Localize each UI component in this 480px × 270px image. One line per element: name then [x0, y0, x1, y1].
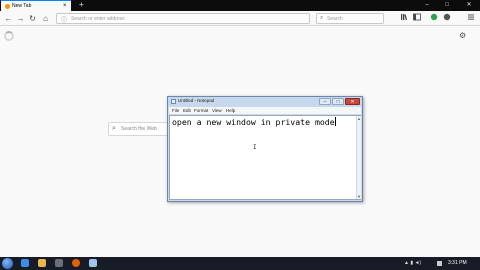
scroll-up-icon[interactable]: ▲	[357, 116, 361, 121]
firefox-icon	[5, 4, 10, 9]
taskbar-ie[interactable]	[18, 258, 32, 269]
forward-icon[interactable]: →	[15, 13, 26, 24]
reload-icon[interactable]: ↻	[27, 13, 38, 24]
taskbar-firefox[interactable]	[69, 258, 83, 269]
menu-file[interactable]: File	[172, 108, 179, 113]
menu-edit[interactable]: Edit	[183, 108, 191, 113]
start-button[interactable]	[2, 258, 13, 269]
notepad-minimize-button[interactable]: –	[319, 98, 331, 105]
taskbar: ▲ ▮ ◄) 3:31 PM	[0, 257, 480, 270]
notepad-text: open a new window in private mode	[172, 117, 335, 127]
folder-icon	[38, 259, 46, 267]
tab-new-tab[interactable]: New Tab ×	[1, 0, 71, 11]
notepad-icon	[171, 99, 176, 104]
search-bar[interactable]: ⌕ Search	[316, 13, 384, 24]
url-placeholder: Search or enter address	[71, 16, 125, 22]
app-icon	[55, 259, 63, 267]
clock[interactable]: 3:31 PM	[448, 260, 467, 266]
web-search-box[interactable]: ⌕ Search the Web	[108, 122, 168, 136]
tab-title: New Tab	[12, 3, 32, 9]
notepad-menubar: File Edit Format View Help	[169, 107, 361, 114]
menu-help[interactable]: Help	[226, 108, 235, 113]
search-placeholder: Search	[327, 16, 343, 22]
web-search-placeholder: Search the Web	[121, 126, 157, 132]
firefox-icon	[72, 259, 80, 267]
system-tray[interactable]: ▲ ▮ ◄)	[404, 260, 421, 266]
url-bar[interactable]: ⓘ Search or enter address	[56, 13, 310, 24]
menu-icon[interactable]	[465, 13, 476, 24]
notepad-titlebar[interactable]: Untitled - Notepad – □ ✕	[168, 97, 362, 106]
minimize-button[interactable]: –	[418, 0, 436, 11]
notepad-maximize-button[interactable]: □	[332, 98, 344, 105]
network-icon[interactable]	[437, 261, 442, 266]
tab-strip: New Tab × + – □ ✕	[0, 0, 480, 11]
search-icon: ⌕	[320, 15, 324, 21]
navigation-bar: ← → ↻ ⌂ ⓘ Search or enter address ⌕ Sear…	[0, 11, 480, 26]
ibeam-cursor-icon: I	[253, 144, 257, 151]
gear-icon[interactable]: ⚙	[459, 31, 466, 40]
search-icon: ⌕	[112, 125, 116, 132]
taskbar-explorer[interactable]	[35, 258, 49, 269]
notepad-title: Untitled - Notepad	[178, 98, 215, 103]
info-icon[interactable]: ⓘ	[61, 15, 67, 24]
home-icon[interactable]: ⌂	[40, 13, 51, 24]
loading-icon	[4, 31, 14, 41]
notepad-window[interactable]: Untitled - Notepad – □ ✕ File Edit Forma…	[167, 96, 363, 202]
close-window-button[interactable]: ✕	[460, 0, 478, 11]
library-icon[interactable]	[398, 13, 409, 24]
notepad-icon	[89, 259, 97, 267]
taskbar-notepad[interactable]	[86, 258, 100, 269]
vertical-scrollbar[interactable]: ▲ ▼	[356, 116, 361, 199]
taskbar-app[interactable]	[52, 258, 66, 269]
sidebar-icon[interactable]	[411, 13, 422, 24]
new-tab-button[interactable]: +	[79, 0, 84, 10]
notepad-text-area[interactable]: open a new window in private mode I ▲ ▼	[169, 115, 361, 200]
extension-icon[interactable]	[428, 13, 439, 24]
back-icon[interactable]: ←	[3, 13, 14, 24]
account-icon[interactable]	[441, 13, 452, 24]
menu-view[interactable]: View	[212, 108, 222, 113]
notepad-close-button[interactable]: ✕	[345, 98, 360, 105]
scroll-down-icon[interactable]: ▼	[357, 194, 361, 199]
ie-icon	[21, 259, 29, 267]
maximize-button[interactable]: □	[438, 0, 456, 11]
text-caret	[334, 117, 336, 126]
menu-format[interactable]: Format	[194, 108, 208, 113]
tab-close-icon[interactable]: ×	[63, 2, 67, 10]
